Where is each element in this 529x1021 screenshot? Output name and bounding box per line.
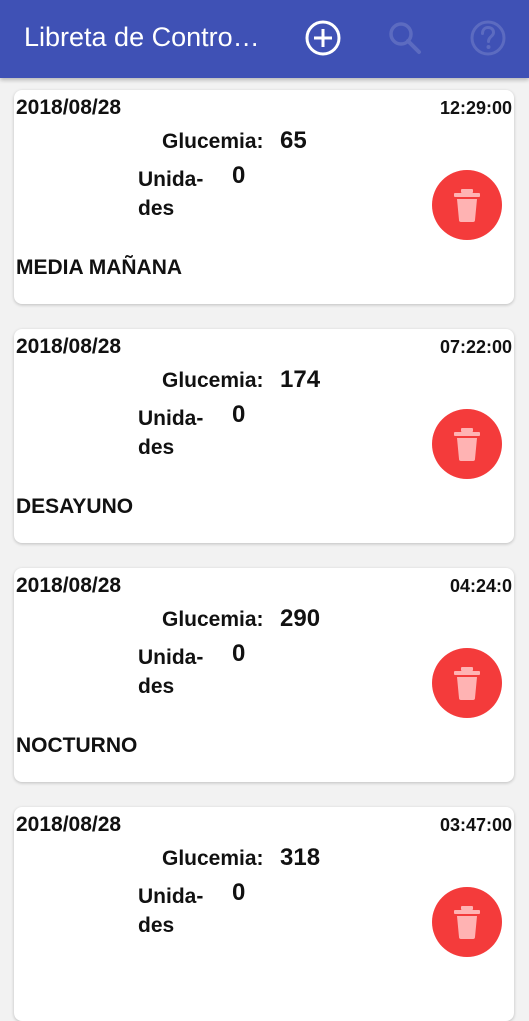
- unidades-label-line1: Unida-: [138, 646, 204, 669]
- trash-icon: [454, 428, 480, 461]
- unidades-value: 0: [232, 162, 246, 189]
- delete-button[interactable]: [432, 887, 502, 957]
- unidades-label-line2: des: [138, 436, 175, 459]
- delete-button[interactable]: [432, 409, 502, 479]
- entry-card[interactable]: 2018/08/28 07:22:00 Glucemia: 174 Unida-…: [14, 329, 514, 543]
- glucemia-value: 65: [280, 127, 307, 154]
- unidades-value: 0: [232, 401, 246, 428]
- meal-label: DESAYUNO: [16, 495, 134, 518]
- entry-date: 2018/08/28: [16, 574, 122, 597]
- entry-time: 07:22:00: [439, 337, 512, 357]
- unidades-label: Unida- des: [138, 165, 218, 223]
- entry-date: 2018/08/28: [16, 813, 122, 836]
- delete-button[interactable]: [432, 170, 502, 240]
- glucemia-value: 318: [280, 844, 321, 871]
- unidades-label: Unida- des: [138, 404, 218, 462]
- trash-icon: [454, 189, 480, 222]
- help-button[interactable]: [468, 18, 508, 58]
- entry-time: 03:47:00: [439, 815, 512, 835]
- unidades-label-line2: des: [138, 675, 175, 698]
- unidades-label: Unida- des: [138, 882, 218, 940]
- glucemia-label: Glucemia:: [162, 130, 264, 153]
- glucemia-label: Glucemia:: [162, 608, 264, 631]
- help-circle-icon: [470, 20, 506, 56]
- glucemia-label: Glucemia:: [162, 847, 264, 870]
- entry-card[interactable]: 2018/08/28 03:47:00 Glucemia: 318 Unida-…: [14, 807, 514, 1021]
- app-bar: Libreta de Contro…: [0, 0, 529, 78]
- search-button[interactable]: [385, 18, 425, 58]
- meal-label: NOCTURNO: [16, 734, 138, 757]
- glucemia-label: Glucemia:: [162, 369, 264, 392]
- unidades-label-line2: des: [138, 197, 175, 220]
- unidades-label-line1: Unida-: [138, 885, 204, 908]
- unidades-label-line1: Unida-: [138, 168, 204, 191]
- search-icon: [389, 22, 421, 54]
- unidades-label-line1: Unida-: [138, 407, 204, 430]
- unidades-label-line2: des: [138, 914, 175, 937]
- app-title: Libreta de Contro…: [24, 22, 260, 52]
- unidades-value: 0: [232, 640, 246, 667]
- entry-time: 12:29:00: [439, 98, 512, 118]
- entry-card[interactable]: 2018/08/28 04:24:0 Glucemia: 290 Unida- …: [14, 568, 514, 782]
- unidades-label: Unida- des: [138, 643, 218, 701]
- unidades-value: 0: [232, 879, 246, 906]
- add-circle-icon: [305, 20, 341, 56]
- meal-label: MEDIA MAÑANA: [16, 256, 183, 279]
- entry-date: 2018/08/28: [16, 335, 122, 358]
- entry-time: 04:24:0: [449, 576, 512, 596]
- trash-icon: [454, 667, 480, 700]
- trash-icon: [454, 906, 480, 939]
- entry-date: 2018/08/28: [16, 96, 122, 119]
- add-button[interactable]: [303, 18, 343, 58]
- glucemia-value: 290: [280, 605, 321, 632]
- delete-button[interactable]: [432, 648, 502, 718]
- glucemia-value: 174: [280, 366, 321, 393]
- entry-card[interactable]: 2018/08/28 12:29:00 Glucemia: 65 Unida- …: [14, 90, 514, 304]
